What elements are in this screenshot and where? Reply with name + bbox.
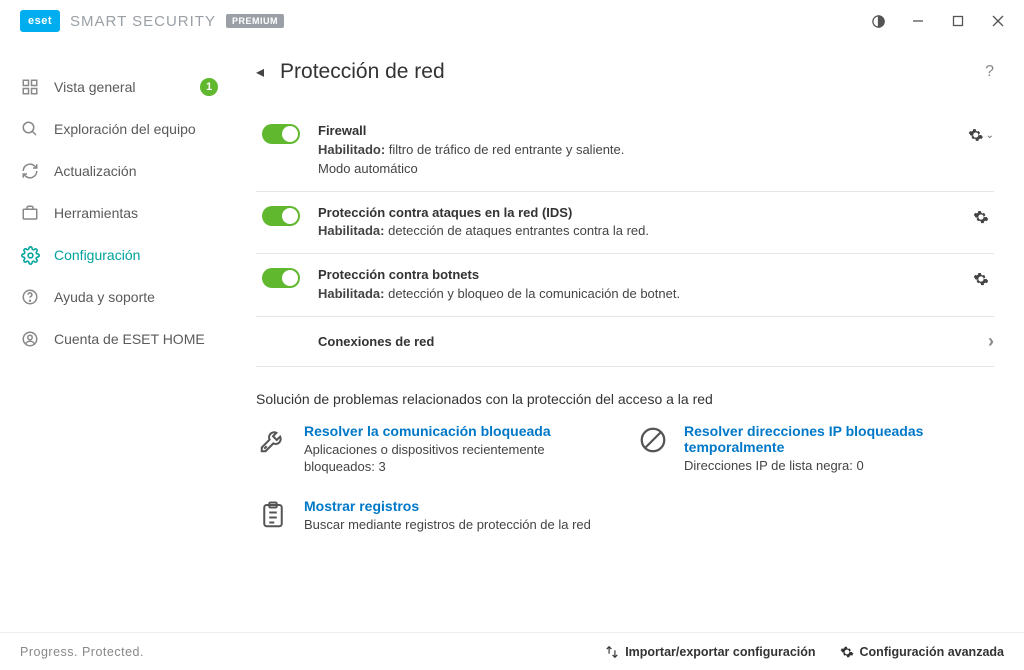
sidebar: Vista general 1 Exploración del equipo A… — [0, 42, 238, 632]
user-icon — [20, 329, 40, 349]
network-connections-link[interactable]: Conexiones de red › — [256, 317, 994, 367]
sidebar-item-label: Actualización — [54, 163, 137, 179]
sidebar-item-setup[interactable]: Configuración — [0, 234, 238, 276]
sidebar-item-scan[interactable]: Exploración del equipo — [0, 108, 238, 150]
sidebar-item-label: Vista general — [54, 79, 135, 95]
module-text: Firewall Habilitado: filtro de tráfico d… — [318, 122, 960, 179]
module-settings-button[interactable] — [968, 266, 994, 292]
module-title: Protección contra botnets — [318, 266, 960, 285]
sidebar-item-tools[interactable]: Herramientas — [0, 192, 238, 234]
product-name: SMART SECURITY — [70, 13, 216, 30]
minimize-button[interactable] — [900, 6, 936, 36]
card-title: Resolver la comunicación bloqueada — [304, 423, 596, 439]
sidebar-item-label: Ayuda y soporte — [54, 289, 155, 305]
content-area: ◂ Protección de red ? Firewall Habilitad… — [238, 42, 1024, 632]
sidebar-item-label: Cuenta de ESET HOME — [54, 331, 205, 347]
brand-area: eset SMART SECURITY PREMIUM — [20, 10, 284, 32]
window-controls — [860, 6, 1016, 36]
module-title: Firewall — [318, 122, 960, 141]
briefcase-icon — [20, 203, 40, 223]
page-help-icon[interactable]: ? — [985, 63, 994, 81]
toggle-botnet[interactable] — [262, 268, 300, 288]
maximize-button[interactable] — [940, 6, 976, 36]
troubleshoot-cards: Resolver la comunicación bloqueada Aplic… — [256, 423, 994, 556]
footer: Progress. Protected. Importar/exportar c… — [0, 632, 1024, 670]
import-export-link[interactable]: Importar/exportar configuración — [605, 645, 815, 659]
search-icon — [20, 119, 40, 139]
sidebar-item-update[interactable]: Actualización — [0, 150, 238, 192]
back-button[interactable]: ◂ — [256, 62, 264, 82]
tagline: Progress. Protected. — [20, 645, 144, 659]
module-text: Protección contra botnets Habilitada: de… — [318, 266, 960, 304]
grid-icon — [20, 77, 40, 97]
module-status: Habilitada: detección y bloqueo de la co… — [318, 285, 960, 304]
eset-logo: eset — [20, 10, 60, 32]
refresh-icon — [20, 161, 40, 181]
sidebar-item-overview[interactable]: Vista general 1 — [0, 66, 238, 108]
sidebar-item-help[interactable]: Ayuda y soporte — [0, 276, 238, 318]
card-title: Mostrar registros — [304, 498, 591, 514]
gear-icon — [840, 645, 854, 659]
close-button[interactable] — [980, 6, 1016, 36]
link-label: Conexiones de red — [318, 334, 434, 349]
module-status: Habilitada: detección de ataques entrant… — [318, 222, 960, 241]
card-desc: Direcciones IP de lista negra: 0 — [684, 457, 976, 475]
module-botnet: Protección contra botnets Habilitada: de… — [256, 254, 994, 317]
sidebar-item-label: Herramientas — [54, 205, 138, 221]
help-icon — [20, 287, 40, 307]
toggle-ids[interactable] — [262, 206, 300, 226]
sidebar-badge: 1 — [200, 78, 218, 96]
clipboard-icon — [256, 498, 290, 532]
card-desc: Buscar mediante registros de protección … — [304, 516, 591, 534]
card-blocked-ip[interactable]: Resolver direcciones IP bloqueadas tempo… — [636, 423, 976, 476]
module-text: Protección contra ataques en la red (IDS… — [318, 204, 960, 242]
transfer-icon — [605, 645, 619, 659]
sidebar-item-account[interactable]: Cuenta de ESET HOME — [0, 318, 238, 360]
advanced-config-link[interactable]: Configuración avanzada — [840, 645, 1004, 659]
card-desc: Aplicaciones o dispositivos recientement… — [304, 441, 596, 476]
wrench-icon — [256, 423, 290, 457]
module-settings-button[interactable] — [968, 204, 994, 230]
troubleshoot-heading: Solución de problemas relacionados con l… — [256, 391, 994, 407]
chevron-right-icon: › — [988, 331, 994, 352]
module-title: Protección contra ataques en la red (IDS… — [318, 204, 960, 223]
card-title: Resolver direcciones IP bloqueadas tempo… — [684, 423, 976, 455]
page-title: Protección de red — [280, 60, 445, 84]
sidebar-item-label: Configuración — [54, 247, 140, 263]
page-header: ◂ Protección de red ? — [256, 60, 994, 84]
module-settings-button[interactable]: ⌄ — [968, 122, 994, 148]
module-extra: Modo automático — [318, 160, 960, 179]
module-firewall: Firewall Habilitado: filtro de tráfico d… — [256, 110, 994, 192]
premium-badge: PREMIUM — [226, 14, 284, 28]
footer-actions: Importar/exportar configuración Configur… — [605, 645, 1004, 659]
card-blocked-comm[interactable]: Resolver la comunicación bloqueada Aplic… — [256, 423, 596, 476]
module-ids: Protección contra ataques en la red (IDS… — [256, 192, 994, 255]
card-show-logs[interactable]: Mostrar registros Buscar mediante regist… — [256, 498, 596, 534]
toggle-firewall[interactable] — [262, 124, 300, 144]
titlebar: eset SMART SECURITY PREMIUM — [0, 0, 1024, 42]
contrast-icon[interactable] — [860, 6, 896, 36]
sidebar-item-label: Exploración del equipo — [54, 121, 196, 137]
blocked-icon — [636, 423, 670, 457]
module-status: Habilitado: filtro de tráfico de red ent… — [318, 141, 960, 160]
gear-icon — [20, 245, 40, 265]
